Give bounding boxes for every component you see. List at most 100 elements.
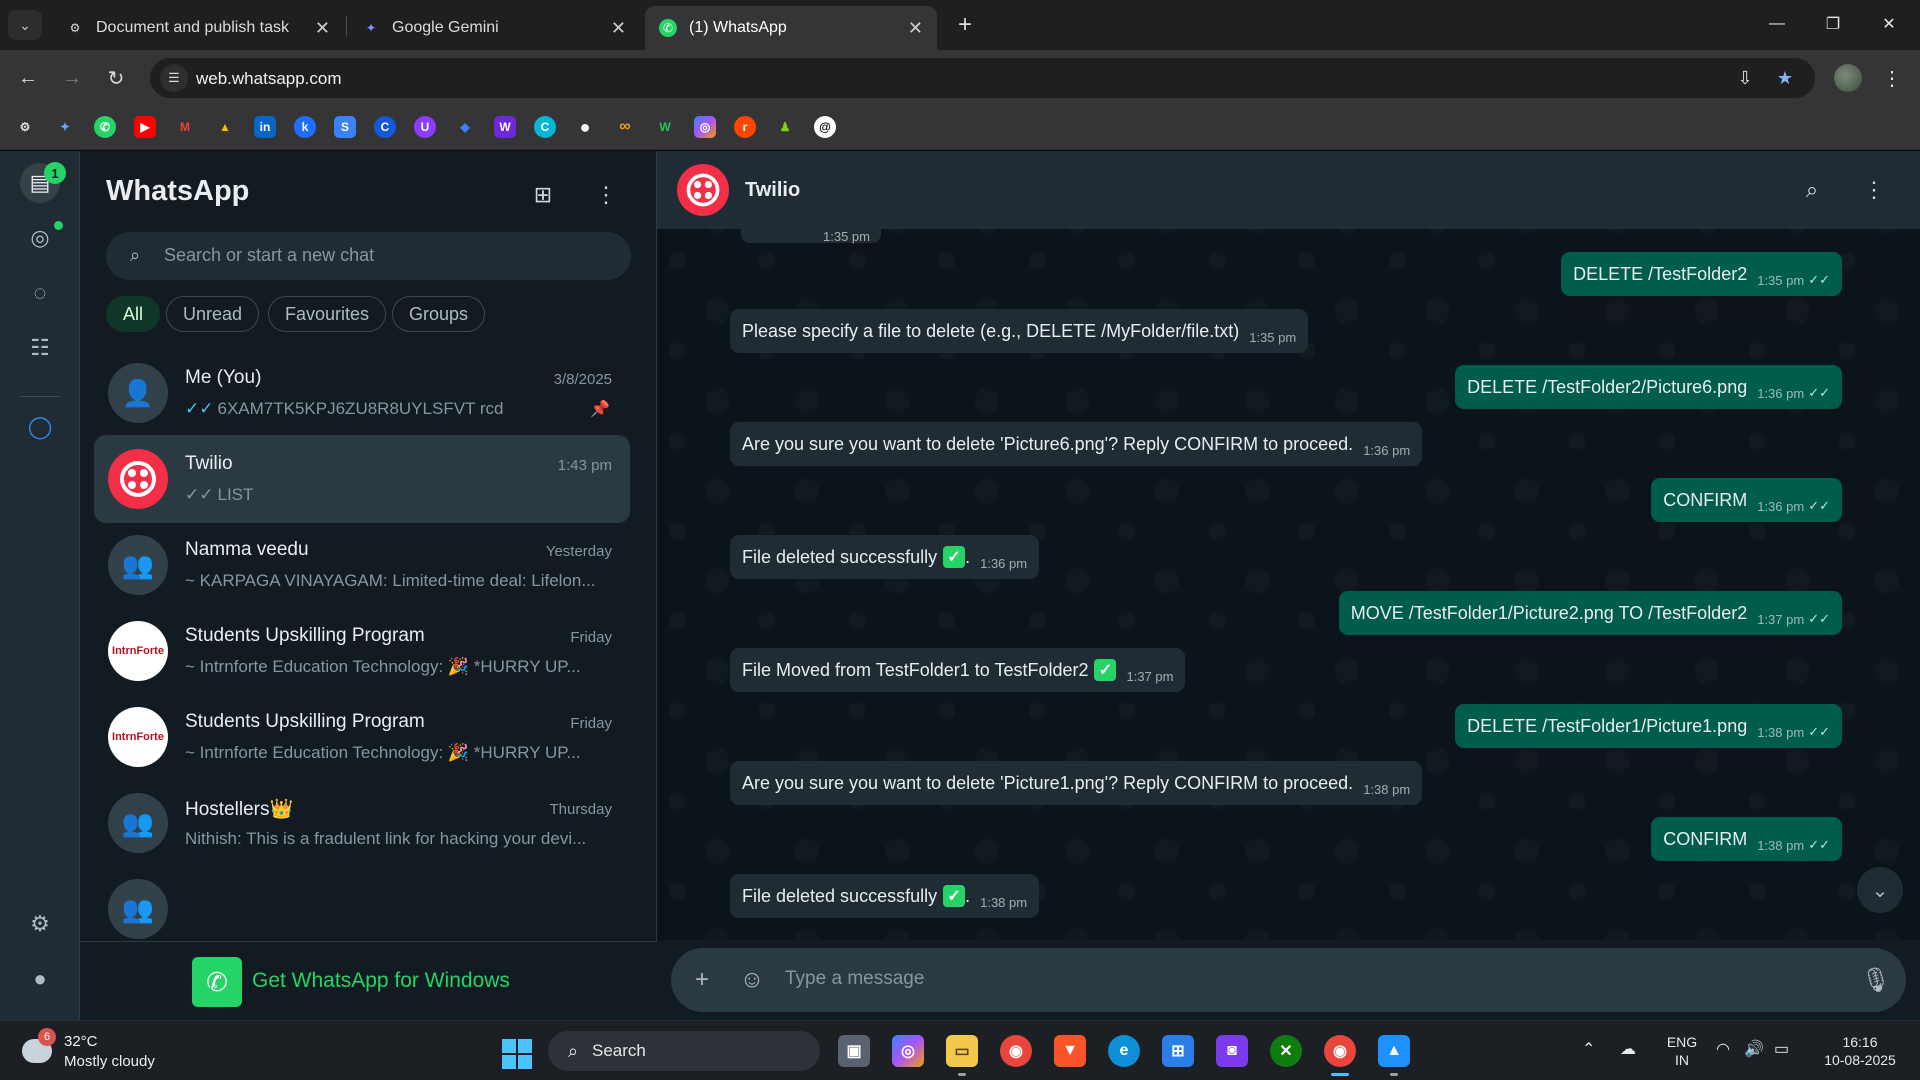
window-close-icon[interactable]: ✕ [1866, 8, 1912, 40]
browser-menu-kebab-icon[interactable]: ⋮ [1880, 64, 1904, 92]
threads-bookmark-icon[interactable]: @ [814, 116, 836, 138]
conversation-header[interactable]: Twilio ⌕ ⋮ [657, 151, 1920, 229]
linkedin-bookmark-icon[interactable]: in [254, 116, 276, 138]
clock[interactable]: 16:16 10-08-2025 [1812, 1033, 1908, 1069]
volume-icon[interactable]: 🔊 [1744, 1039, 1764, 1059]
tab-search-chevron-icon[interactable]: ⌄ [8, 10, 42, 40]
chat-row-partial[interactable]: 👥 [94, 865, 630, 939]
minimize-icon[interactable]: — [1754, 8, 1800, 40]
emoji-icon[interactable]: ☺ [737, 965, 767, 995]
gemini-bookmark-icon[interactable]: ✦ [54, 116, 76, 138]
message-bubble-outgoing[interactable]: CONFIRM 1:36 pm ✓✓ [1651, 478, 1842, 522]
reload-icon[interactable]: ↻ [100, 62, 132, 94]
chat-row-namma-veedu[interactable]: 👥 Namma veedu Yesterday ~ KARPAGA VINAYA… [94, 521, 630, 609]
weather-temperature[interactable]: 32°C [64, 1033, 98, 1050]
compose-box[interactable]: + ☺ Type a message 🎙 [671, 948, 1906, 1012]
filter-groups[interactable]: Groups [392, 296, 486, 332]
menu-kebab-icon[interactable]: ⋮ [590, 179, 622, 211]
back-arrow-icon[interactable]: ← [12, 62, 44, 94]
close-icon[interactable]: ✕ [315, 18, 330, 39]
microsoft-365-bookmark-icon[interactable]: ◎ [694, 116, 716, 138]
proton-bookmark-icon[interactable]: U [414, 116, 436, 138]
microsoft-store-icon[interactable]: ⊞ [1162, 1035, 1194, 1067]
chrome-icon[interactable]: ◉ [1000, 1035, 1032, 1067]
weather-condition[interactable]: Mostly cloudy [64, 1053, 155, 1070]
app-icon[interactable]: ◙ [1216, 1035, 1248, 1067]
meta-ai-icon[interactable]: ◯ [20, 407, 60, 447]
contact-name[interactable]: Twilio [745, 179, 800, 202]
tray-chevron-up-icon[interactable]: ⌃ [1582, 1039, 1595, 1059]
whatsapp-bookmark-icon[interactable]: ✆ [94, 116, 116, 138]
tab-document-and-publish-task[interactable]: ⚙ Document and publish task ✕ [52, 6, 344, 50]
scroll-to-bottom-chevron-icon[interactable]: ⌄ [1857, 867, 1903, 913]
address-bar[interactable]: ☰ web.whatsapp.com ⇩ ★ [150, 58, 1815, 98]
chat-row-hostellers[interactable]: 👥 Hostellers👑 Thursday Nithish: This is … [94, 779, 630, 867]
message-bubble-incoming[interactable]: Are you sure you want to delete 'Picture… [730, 761, 1423, 805]
photos-icon[interactable]: ▲ [1378, 1035, 1410, 1067]
communities-icon[interactable]: ☷ [20, 328, 60, 368]
task-view-icon[interactable]: ▣ [838, 1035, 870, 1067]
message-bubble-incoming[interactable]: Are you sure you want to delete 'Picture… [730, 422, 1423, 466]
bookmark-star-icon[interactable]: ★ [1773, 66, 1797, 90]
twitch-bookmark-icon[interactable]: W [494, 116, 516, 138]
get-whatsapp-link[interactable]: Get WhatsApp for Windows [252, 969, 510, 993]
site-info-icon[interactable]: ☰ [160, 64, 188, 92]
settings-gear-icon[interactable]: ⚙ [20, 904, 60, 944]
openai-bookmark-icon[interactable]: ⚙ [14, 116, 36, 138]
wifi-icon[interactable]: ◠ [1716, 1039, 1730, 1059]
message-bubble-outgoing[interactable]: CONFIRM 1:38 pm ✓✓ [1651, 817, 1842, 861]
url-text[interactable]: web.whatsapp.com [196, 69, 342, 89]
microphone-icon[interactable]: 🎙 [1861, 965, 1891, 995]
message-bubble-outgoing[interactable]: DELETE /TestFolder2 1:35 pm ✓✓ [1561, 252, 1842, 296]
onedrive-cloud-icon[interactable]: ☁ [1620, 1039, 1636, 1059]
brave-icon[interactable]: ▼ [1054, 1035, 1086, 1067]
attach-plus-icon[interactable]: + [687, 965, 717, 995]
chat-row-students-upskilling[interactable]: IntrnForte Students Upskilling Program F… [94, 607, 630, 695]
c-bookmark-icon[interactable]: C [374, 116, 396, 138]
message-bubble-incoming[interactable]: File Moved from TestFolder1 to TestFolde… [730, 648, 1186, 692]
language-indicator[interactable]: ENG IN [1662, 1033, 1702, 1069]
start-windows-icon[interactable] [502, 1039, 532, 1069]
google-drive-bookmark-icon[interactable]: ▲ [214, 116, 236, 138]
close-icon[interactable]: ✕ [908, 18, 923, 39]
new-tab-plus-icon[interactable]: + [950, 10, 980, 40]
taskbar-search[interactable]: ⌕ Search [548, 1031, 820, 1071]
message-bubble-incoming[interactable]: File deleted successfully ✓. 1:36 pm [730, 535, 1040, 579]
get-whatsapp-banner[interactable]: ✆ Get WhatsApp for Windows [80, 941, 657, 1020]
edge-icon[interactable]: e [1108, 1035, 1140, 1067]
gmail-bookmark-icon[interactable]: M [174, 116, 196, 138]
forward-arrow-icon[interactable]: → [56, 62, 88, 94]
chat-row-me[interactable]: 👤 Me (You) 3/8/2025 ✓✓ 6XAM7TK5KPJ6ZU8R8U… [94, 349, 630, 437]
chat-row-students-upskilling-2[interactable]: IntrnForte Students Upskilling Program F… [94, 693, 630, 781]
reddit-bookmark-icon[interactable]: r [734, 116, 756, 138]
message-bubble-incoming[interactable]: File deleted successfully ✓. 1:38 pm [730, 874, 1040, 918]
tab-google-gemini[interactable]: ✦ Google Gemini ✕ [348, 6, 640, 50]
message-input[interactable]: Type a message [785, 968, 924, 990]
xbox-icon[interactable]: ✕ [1270, 1035, 1302, 1067]
close-icon[interactable]: ✕ [611, 18, 626, 39]
message-bubble-outgoing[interactable]: DELETE /TestFolder1/Picture1.png 1:38 pm… [1455, 704, 1842, 748]
chat-search[interactable]: ⌕ Search or start a new chat [106, 232, 631, 280]
install-app-icon[interactable]: ⇩ [1733, 66, 1757, 90]
filter-favourites[interactable]: Favourites [268, 296, 387, 332]
filter-unread[interactable]: Unread [166, 296, 260, 332]
restore-icon[interactable]: ❐ [1810, 8, 1856, 40]
message-bubble-outgoing[interactable]: MOVE /TestFolder1/Picture2.png TO /TestF… [1338, 591, 1842, 635]
new-chat-icon[interactable]: ⊞ [527, 179, 559, 211]
profile-avatar[interactable] [1834, 64, 1862, 92]
chat-row-twilio[interactable]: Twilio 1:43 pm ✓✓ LIST [94, 435, 630, 523]
filter-all[interactable]: All [106, 296, 161, 332]
infinity-bookmark-icon[interactable]: ∞ [614, 116, 636, 138]
krea-bookmark-icon[interactable]: k [294, 116, 316, 138]
copilot-icon[interactable]: ◎ [892, 1035, 924, 1067]
search-icon[interactable]: ⌕ [1797, 175, 1827, 205]
message-bubble-incoming[interactable]: Please specify a file to delete (e.g., D… [730, 309, 1309, 353]
menu-kebab-icon[interactable]: ⋮ [1859, 175, 1889, 205]
chess-bookmark-icon[interactable]: ♟ [774, 116, 796, 138]
webflow-bookmark-icon[interactable]: W [654, 116, 676, 138]
search-input[interactable]: Search or start a new chat [164, 245, 374, 266]
profile-icon[interactable]: ● [20, 959, 60, 999]
tab-whatsapp[interactable]: ✆ (1) WhatsApp ✕ [645, 6, 937, 50]
diamond-bookmark-icon[interactable]: ◆ [454, 116, 476, 138]
github-bookmark-icon[interactable]: ● [574, 116, 596, 138]
